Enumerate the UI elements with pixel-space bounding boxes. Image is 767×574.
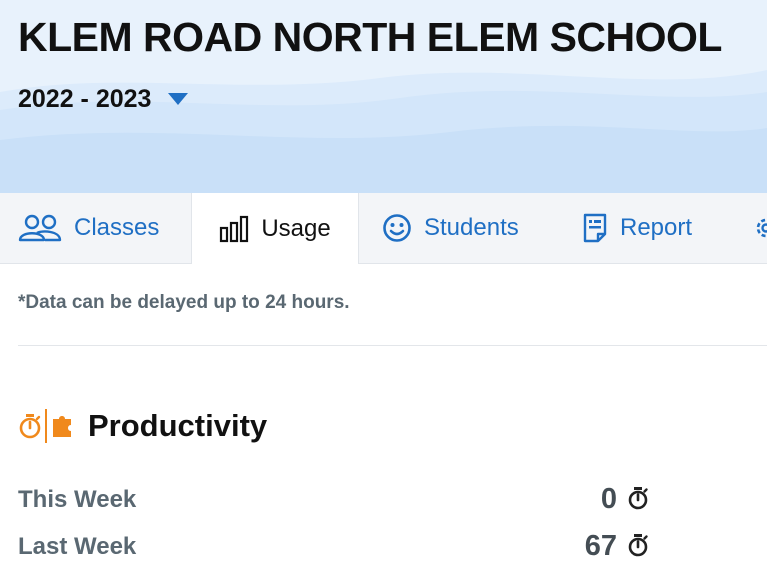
tab-students[interactable]: Students	[382, 193, 519, 263]
this-week-label: This Week	[18, 486, 137, 513]
school-year-dropdown[interactable]: 2022 - 2023	[18, 82, 189, 116]
tab-settings[interactable]	[752, 193, 767, 263]
school-tab-bar: Classes Usage Students Report	[0, 193, 767, 264]
tab-report-label: Report	[620, 214, 693, 241]
last-week-label: Last Week	[18, 533, 137, 560]
tab-usage[interactable]: Usage	[191, 193, 359, 264]
productivity-title: Productivity	[88, 408, 268, 443]
tab-report[interactable]: Report	[582, 193, 692, 263]
caret-down-icon	[168, 93, 189, 105]
productivity-header: Productivity	[18, 406, 267, 446]
people-icon	[18, 214, 62, 242]
tab-usage-label: Usage	[261, 214, 331, 242]
bar-chart-icon	[220, 215, 249, 242]
this-week-value: 0	[600, 483, 617, 515]
stopwatch-icon	[628, 487, 648, 510]
tab-classes[interactable]: Classes	[18, 193, 159, 263]
school-name-title: KLEM ROAD NORTH ELEM SCHOOL	[18, 14, 722, 60]
smiley-icon	[383, 214, 411, 242]
puzzle-icon	[53, 416, 71, 437]
last-week-value: 67	[584, 530, 617, 562]
stopwatch-icon	[628, 534, 648, 557]
school-year-value: 2022 - 2023	[18, 84, 152, 113]
tab-students-label: Students	[424, 214, 519, 241]
productivity-icons	[18, 409, 74, 443]
section-divider	[18, 345, 767, 346]
gear-icon	[756, 218, 767, 238]
school-header-banner: KLEM ROAD NORTH ELEM SCHOOL 2022 - 2023	[0, 0, 767, 193]
icon-separator	[45, 409, 47, 443]
tab-classes-label: Classes	[74, 214, 160, 241]
data-delay-notice: *Data can be delayed up to 24 hours.	[18, 292, 350, 313]
report-icon	[583, 213, 607, 243]
stopwatch-icon	[19, 414, 41, 439]
